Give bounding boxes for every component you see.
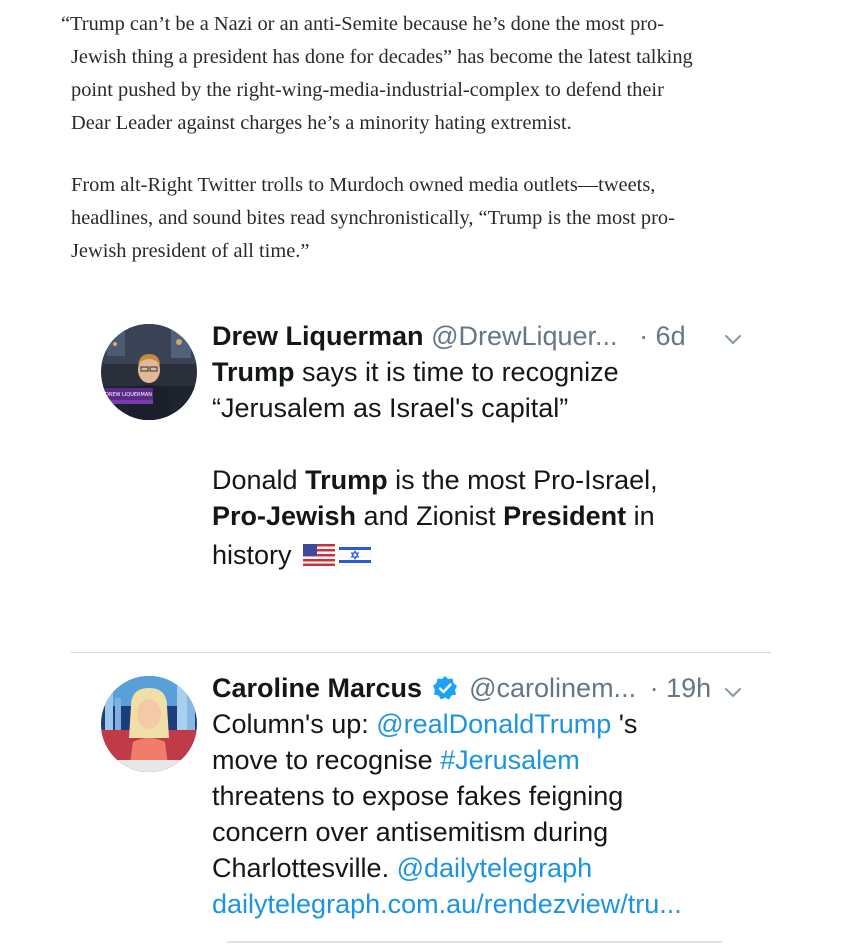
tweet-line: Column's up: @realDonaldTrump 's (212, 706, 772, 742)
bold-text: Trump (305, 465, 388, 495)
tweet-body: Drew Liquerman @DrewLiquer... · 6d Trump… (212, 318, 772, 576)
paragraph-line: headlines, and sound bites read synchron… (71, 207, 675, 229)
hashtag-link[interactable]: #Jerusalem (440, 745, 580, 775)
url-link[interactable]: dailytelegraph.com.au/rendezview/tru... (212, 886, 772, 922)
tweet-body: Caroline Marcus @carolinem... · 19h Colu… (212, 670, 772, 922)
paragraph-line: Jewish president of all time.” (71, 240, 310, 262)
tweet-line: Donald Trump is the most Pro-Israel, (212, 462, 772, 498)
avatar[interactable] (101, 676, 197, 772)
paragraph-line: Dear Leader against charges he’s a minor… (71, 112, 572, 134)
article-paragraph-2: From alt-Right Twitter trolls to Murdoch… (71, 169, 771, 268)
tweet-text: 's (611, 709, 638, 739)
avatar-image (101, 676, 197, 772)
tweet-text: and Zionist (356, 501, 504, 531)
tweet-text: in (626, 501, 655, 531)
tweet-line: Pro-Jewish and Zionist President in (212, 498, 772, 534)
tweet-line: “Jerusalem as Israel's capital” (212, 393, 569, 423)
author-name[interactable]: Drew Liquerman (212, 321, 424, 351)
paragraph-line: point pushed by the right-wing-media-ind… (71, 79, 664, 101)
paragraph-line: “Trump can’t be a Nazi or an anti-Semite… (61, 13, 665, 35)
paragraph-line: From alt-Right Twitter trolls to Murdoch… (71, 174, 656, 196)
embedded-tweet[interactable]: Caroline Marcus @carolinem... · 19h Colu… (71, 652, 771, 945)
tweet-header: Caroline Marcus @carolinem... · 19h (212, 670, 772, 706)
tweet-header: Drew Liquerman @DrewLiquer... · 6d (212, 318, 772, 354)
tweet-text: move to recognise (212, 745, 441, 775)
tweet-text: Donald (212, 465, 306, 495)
author-name[interactable]: Caroline Marcus (212, 673, 422, 703)
tweet-line: move to recognise #Jerusalem (212, 742, 772, 778)
chevron-down-icon[interactable] (722, 328, 744, 350)
israel-flag-icon (339, 544, 372, 566)
tweet-line: Trump says it is time to recognize (212, 354, 772, 390)
tweet-text: says it is time to recognize (294, 357, 619, 387)
paragraph-line: Jewish thing a president has done for de… (71, 46, 693, 68)
bold-text: President (503, 501, 627, 531)
avatar[interactable]: DREW LIQUERMAN (101, 324, 197, 420)
bold-text: Trump (212, 357, 295, 387)
embedded-tweet[interactable]: DREW LIQUERMAN Drew Liquerman @DrewLique… (71, 296, 771, 652)
tweet-text: Charlottesville. (212, 853, 397, 883)
tweet-time[interactable]: · 19h (650, 673, 712, 703)
mention-link[interactable]: @dailytelegraph (397, 853, 593, 883)
tweet-text: Column's up: (212, 709, 377, 739)
divider (227, 941, 722, 943)
tweet-line: Charlottesville. @dailytelegraph (212, 850, 772, 886)
avatar-image: DREW LIQUERMAN (101, 324, 197, 420)
tweet-text: is the most Pro-Israel, (387, 465, 658, 495)
tweet-line: threatens to expose fakes feigning (212, 781, 624, 811)
article-paragraph-1: “Trump can’t be a Nazi or an anti-Semite… (61, 8, 771, 140)
us-flag-icon (303, 544, 336, 566)
mention-link[interactable]: @realDonaldTrump (376, 709, 611, 739)
line-break (212, 426, 772, 462)
bold-text: Pro-Jewish (212, 501, 357, 531)
author-handle[interactable]: @carolinem... (469, 673, 636, 703)
tweet-time[interactable]: · 6d (639, 321, 686, 351)
tweet-text: history (212, 540, 292, 570)
author-handle[interactable]: @DrewLiquer... (431, 321, 617, 351)
avatar-caption: DREW LIQUERMAN (105, 392, 152, 398)
verified-badge-icon (432, 676, 457, 700)
tweet-line: history (212, 534, 772, 576)
chevron-down-icon[interactable] (722, 681, 744, 703)
tweet-line: concern over antisemitism during (212, 817, 609, 847)
